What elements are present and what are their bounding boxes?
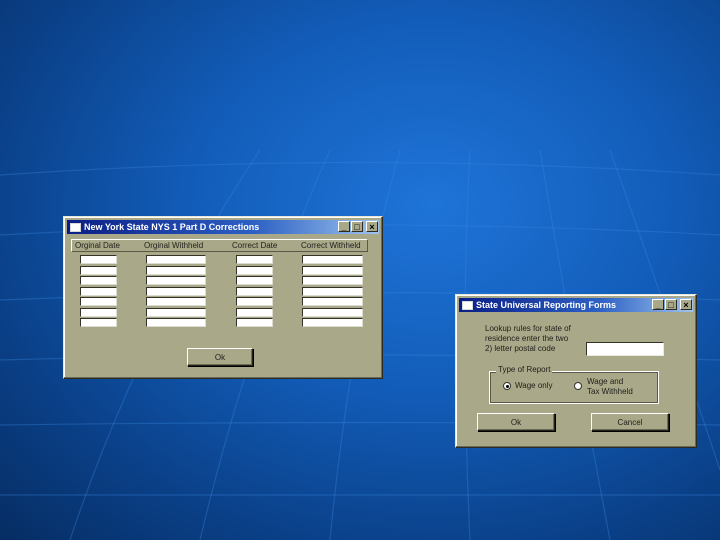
- original-date-cell[interactable]: [80, 255, 117, 264]
- column-header-row: Orginal Date Orginal Withheld Correct Da…: [71, 239, 368, 252]
- correct-withheld-cell[interactable]: [302, 297, 363, 306]
- original-withheld-cell[interactable]: [146, 276, 206, 285]
- close-button[interactable]: ×: [680, 299, 692, 310]
- correct-withheld-cell[interactable]: [302, 276, 363, 285]
- original-date-cell[interactable]: [80, 318, 117, 327]
- corrections-window: New York State NYS 1 Part D Corrections …: [63, 216, 383, 379]
- header-original-withheld: Orginal Withheld: [144, 241, 204, 250]
- correct-date-cell[interactable]: [236, 265, 273, 275]
- original-withheld-cell[interactable]: [146, 318, 206, 327]
- original-date-cell[interactable]: [80, 265, 117, 275]
- correct-date-cell[interactable]: [236, 276, 273, 285]
- original-withheld-cell[interactable]: [146, 307, 206, 317]
- header-original-date: Orginal Date: [75, 241, 120, 250]
- wage-only-radio[interactable]: [503, 382, 511, 390]
- minimize-button[interactable]: _: [652, 299, 664, 310]
- ok-button[interactable]: Ok: [187, 348, 253, 366]
- report-type-label: Type of Report: [496, 365, 553, 374]
- universal-title: State Universal Reporting Forms: [476, 300, 617, 310]
- correct-date-cell[interactable]: [236, 307, 273, 317]
- wage-only-label[interactable]: Wage only: [515, 381, 553, 390]
- postal-code-prompt-line3: 2) letter postal code: [485, 344, 556, 353]
- close-button[interactable]: ×: [366, 221, 378, 232]
- correct-date-cell[interactable]: [236, 318, 273, 327]
- correct-withheld-cell[interactable]: [302, 307, 363, 317]
- original-date-cell[interactable]: [80, 286, 117, 296]
- maximize-button[interactable]: □: [351, 221, 363, 232]
- postal-code-prompt-line2: residence enter the two: [485, 334, 569, 343]
- original-withheld-cell[interactable]: [146, 265, 206, 275]
- maximize-button[interactable]: □: [665, 299, 677, 310]
- correct-date-cell[interactable]: [236, 286, 273, 296]
- correct-date-cell[interactable]: [236, 255, 273, 264]
- corrections-title: New York State NYS 1 Part D Corrections: [84, 222, 260, 232]
- correct-withheld-cell[interactable]: [302, 265, 363, 275]
- corrections-title-bar[interactable]: New York State NYS 1 Part D Corrections …: [67, 220, 379, 234]
- postal-code-prompt-line1: Lookup rules for state of: [485, 324, 571, 333]
- window-icon: [462, 301, 473, 310]
- correct-date-cell[interactable]: [236, 297, 273, 306]
- cancel-button[interactable]: Cancel: [591, 413, 669, 431]
- correct-withheld-cell[interactable]: [302, 255, 363, 264]
- original-date-cell[interactable]: [80, 297, 117, 306]
- universal-reporting-window: State Universal Reporting Forms _ □ × Lo…: [455, 294, 697, 448]
- minimize-button[interactable]: _: [338, 221, 350, 232]
- original-date-cell[interactable]: [80, 307, 117, 317]
- header-correct-withheld: Correct Withheld: [301, 241, 361, 250]
- wage-and-tax-label-line2[interactable]: Tax Withheld: [587, 387, 633, 396]
- original-date-cell[interactable]: [80, 276, 117, 285]
- header-correct-date: Correct Date: [232, 241, 278, 250]
- window-icon: [70, 223, 81, 232]
- original-withheld-cell[interactable]: [146, 255, 206, 264]
- correct-withheld-cell[interactable]: [302, 286, 363, 296]
- ok-button[interactable]: Ok: [477, 413, 555, 431]
- original-withheld-cell[interactable]: [146, 286, 206, 296]
- postal-code-input[interactable]: [586, 342, 664, 356]
- wage-and-tax-label-line1[interactable]: Wage and: [587, 377, 623, 386]
- wage-and-tax-radio[interactable]: [574, 382, 582, 390]
- universal-title-bar[interactable]: State Universal Reporting Forms _ □ ×: [459, 298, 693, 312]
- original-withheld-cell[interactable]: [146, 297, 206, 306]
- correct-withheld-cell[interactable]: [302, 318, 363, 327]
